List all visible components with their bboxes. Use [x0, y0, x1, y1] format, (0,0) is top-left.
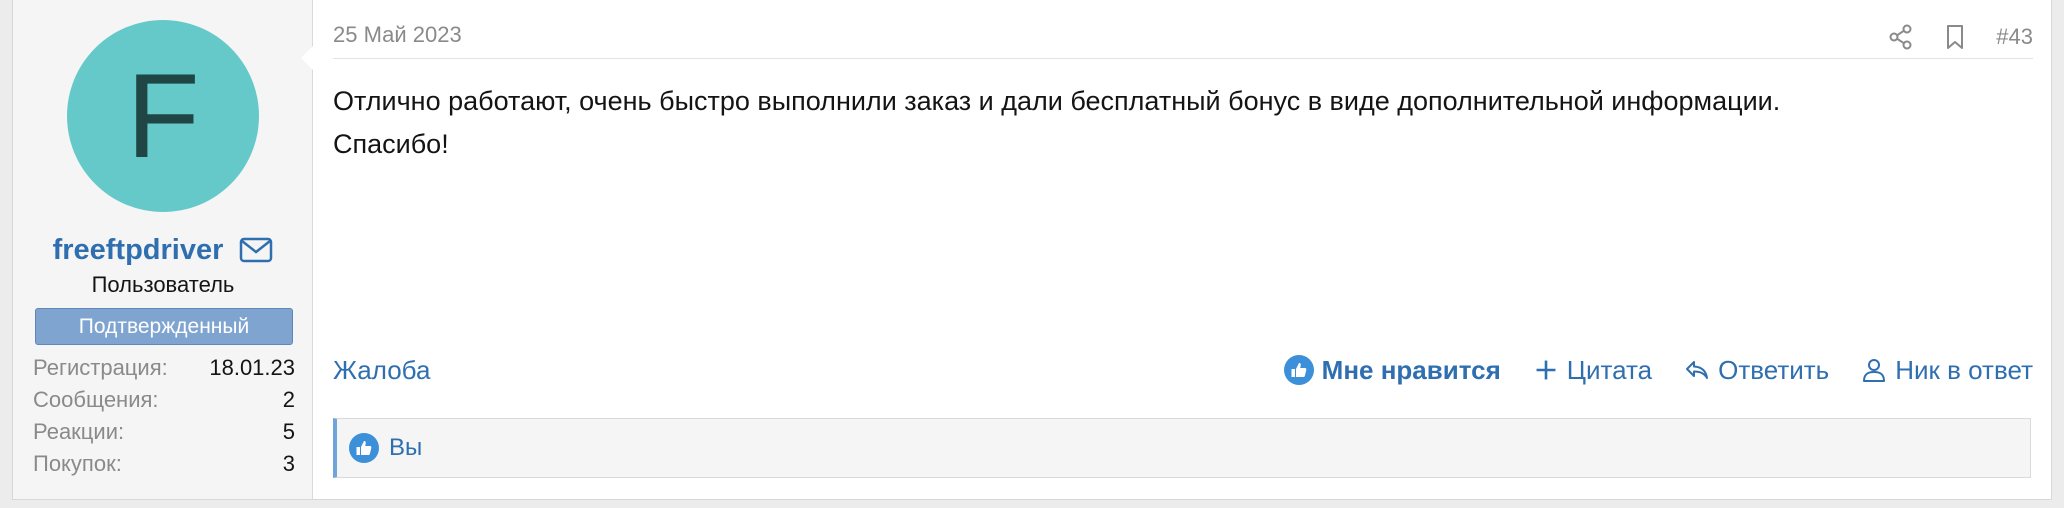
post-content: 25 Май 2023 #43 Отлично работают, очень …: [333, 0, 2033, 499]
thumbs-up-icon: [1283, 355, 1314, 385]
share-icon[interactable]: [1888, 24, 1914, 50]
thumbs-up-icon: [349, 433, 379, 463]
message-line: Отлично работают, очень быстро выполнили…: [333, 86, 1781, 116]
reactions-users-link[interactable]: Вы: [389, 434, 422, 462]
quote-button[interactable]: Цитата: [1533, 355, 1652, 386]
stat-label: Регистрация:: [33, 355, 168, 380]
post-header-tools: #43: [1888, 20, 2033, 54]
stat-value: 5: [282, 419, 295, 444]
user-sidebar: F freeftpdriver Пользователь Подтвержден…: [13, 0, 315, 499]
forum-post: F freeftpdriver Пользователь Подтвержден…: [12, 0, 2052, 500]
stat-row-messages: Сообщения: 2: [33, 384, 295, 416]
mention-label: Ник в ответ: [1895, 354, 2033, 385]
reactions-bar: Вы: [333, 418, 2031, 478]
stat-value: 18.01.23: [209, 355, 295, 380]
reply-button[interactable]: Ответить: [1684, 355, 1829, 386]
stat-value[interactable]: 2: [283, 387, 295, 413]
username-row: freeftpdriver: [13, 232, 313, 268]
post-actions: Жалоба Мне нравится Цитата Ответить Ник …: [333, 348, 2033, 392]
like-label: Мне нравится: [1321, 354, 1501, 385]
user-banner: Подтвержденный: [35, 308, 293, 345]
user-title: Пользователь: [91, 272, 235, 297]
avatar-letter: F: [126, 49, 200, 183]
post-actions-right: Мне нравится Цитата Ответить Ник в ответ: [1283, 354, 2033, 386]
user-stats: Регистрация: 18.01.23 Сообщения: 2 Реакц…: [33, 352, 295, 480]
bookmark-icon[interactable]: [1942, 24, 1968, 50]
reply-label: Ответить: [1718, 354, 1830, 385]
post-message: Отлично работают, очень быстро выполнили…: [333, 80, 2033, 166]
stat-row-registration: Регистрация: 18.01.23: [33, 352, 295, 384]
envelope-icon[interactable]: [239, 237, 273, 263]
avatar[interactable]: F: [67, 20, 259, 212]
reply-arrow-icon: [1686, 361, 1709, 379]
post-header: 25 Май 2023 #43: [333, 20, 2033, 59]
stat-label: Реакции:: [33, 419, 125, 444]
stat-row-purchases: Покупок: 3: [33, 448, 295, 480]
post-date[interactable]: 25 Май 2023: [333, 22, 462, 48]
stat-row-reactions: Реакции: 5: [33, 416, 295, 448]
quote-label: Цитата: [1566, 354, 1653, 385]
stat-label: Сообщения:: [33, 387, 159, 412]
post-number-link[interactable]: #43: [1996, 24, 2033, 50]
message-line: Спасибо!: [333, 129, 449, 159]
mention-button[interactable]: Ник в ответ: [1861, 355, 2033, 386]
like-button[interactable]: Мне нравится: [1283, 354, 1501, 386]
user-icon: [1863, 359, 1886, 382]
stat-value: 3: [282, 451, 295, 476]
post-pointer-arrow: [301, 44, 315, 72]
report-link[interactable]: Жалоба: [333, 355, 430, 386]
stat-label: Покупок:: [33, 451, 122, 476]
plus-icon: [1536, 360, 1556, 380]
username-link[interactable]: freeftpdriver: [53, 234, 224, 267]
